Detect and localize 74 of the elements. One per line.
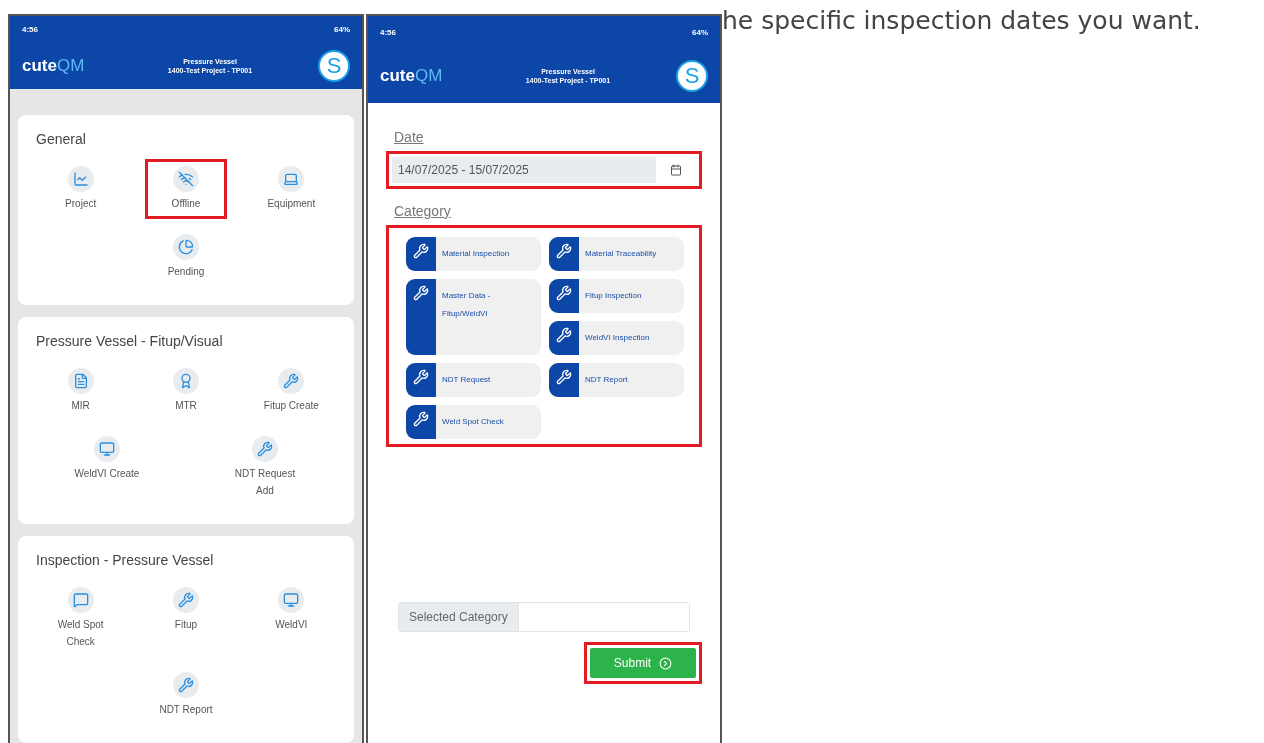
- date-field[interactable]: 14/07/2025 - 15/07/2025: [392, 157, 696, 183]
- caption-text: he specific inspection dates you want.: [722, 6, 1201, 35]
- calendar-icon[interactable]: [656, 157, 696, 183]
- wrench-icon: [406, 363, 436, 397]
- battery-level: 64%: [334, 24, 350, 34]
- category-chip[interactable]: NDT Request: [406, 363, 541, 397]
- chevron-icon: [659, 656, 673, 670]
- menu-item-icon: [67, 587, 94, 613]
- wrench-icon: [406, 279, 436, 355]
- menu-item-label: NDT Report: [159, 703, 213, 717]
- app-logo: cuteQM: [380, 65, 444, 86]
- menu-item-label: Fitup Create: [263, 399, 319, 413]
- menu-item-label: WeldVI Create: [74, 467, 140, 481]
- menu-item[interactable]: MIR: [39, 361, 122, 421]
- app-logo: cuteQM: [22, 55, 86, 76]
- menu-item[interactable]: NDT Report: [145, 665, 227, 725]
- menu-item-icon: [278, 368, 305, 394]
- menu-item[interactable]: MTR: [145, 361, 227, 421]
- menu-item[interactable]: Equipment: [250, 159, 333, 219]
- menu-item-icon: [67, 166, 94, 192]
- menu-item-label: Fitup: [174, 618, 198, 632]
- menu-item-label: Weld Spot Check: [56, 618, 105, 649]
- battery-level: 64%: [692, 27, 708, 37]
- status-time: 4:56: [380, 27, 396, 37]
- selected-category-label: Selected Category: [399, 603, 518, 631]
- status-time: 4:56: [22, 24, 38, 34]
- menu-item-icon: [173, 587, 199, 613]
- menu-item[interactable]: Project: [39, 159, 122, 219]
- date-label: Date: [394, 129, 424, 145]
- menu-item-icon: [278, 587, 305, 613]
- menu-item-icon: [173, 234, 199, 260]
- menu-item[interactable]: Fitup: [145, 580, 227, 657]
- menu-item[interactable]: Pending: [145, 227, 227, 287]
- menu-item-icon: [278, 166, 305, 192]
- menu-item-icon: [173, 368, 199, 394]
- wrench-icon: [549, 237, 579, 271]
- menu-item-icon: [173, 672, 199, 698]
- wrench-icon: [549, 363, 579, 397]
- section-title: Pressure Vessel - Fitup/Visual: [36, 333, 224, 349]
- menu-item-icon: [252, 436, 278, 462]
- menu-item[interactable]: WeldVI: [250, 580, 333, 657]
- wrench-icon: [406, 237, 436, 271]
- menu-item-icon: [67, 368, 94, 394]
- section-title: General: [36, 131, 87, 147]
- menu-item[interactable]: Offline: [145, 159, 227, 219]
- menu-item-label: Project: [65, 197, 97, 211]
- wrench-icon: [549, 321, 579, 355]
- menu-item-label: Offline: [171, 197, 201, 211]
- category-chip[interactable]: NDT Report: [549, 363, 684, 397]
- category-chip[interactable]: WeldVI Inspection: [549, 321, 684, 355]
- menu-item-label: NDT Request Add: [233, 467, 297, 498]
- menu-item-label: Pending: [167, 265, 205, 279]
- menu-item-label: WeldVI: [275, 618, 308, 632]
- category-label: Category: [394, 203, 451, 219]
- wrench-icon: [549, 279, 579, 313]
- category-chip[interactable]: Master Data - Fitup/WeldVI: [406, 279, 541, 355]
- input-group[interactable]: Selected Category: [398, 602, 690, 632]
- menu-item[interactable]: WeldVI Create: [66, 429, 148, 506]
- category-chip[interactable]: Fitup Inspection: [549, 279, 684, 313]
- category-chip[interactable]: Material Traceability: [549, 237, 684, 271]
- menu-item-label: MTR: [175, 399, 197, 413]
- category-chip[interactable]: Weld Spot Check: [406, 405, 541, 439]
- date-value: 14/07/2025 - 15/07/2025: [397, 163, 530, 177]
- menu-item-label: MIR: [71, 399, 90, 413]
- menu-item-icon: [173, 166, 199, 192]
- menu-item[interactable]: Fitup Create: [250, 361, 333, 421]
- wrench-icon: [406, 405, 436, 439]
- selected-category-field[interactable]: [517, 603, 689, 631]
- menu-item-label: Equipment: [267, 197, 316, 211]
- menu-item-icon: [94, 436, 120, 462]
- menu-item[interactable]: NDT Request Add: [224, 429, 306, 506]
- section-title: Inspection - Pressure Vessel: [36, 552, 215, 568]
- category-chip[interactable]: Material Inspection: [406, 237, 541, 271]
- menu-item[interactable]: Weld Spot Check: [39, 580, 122, 657]
